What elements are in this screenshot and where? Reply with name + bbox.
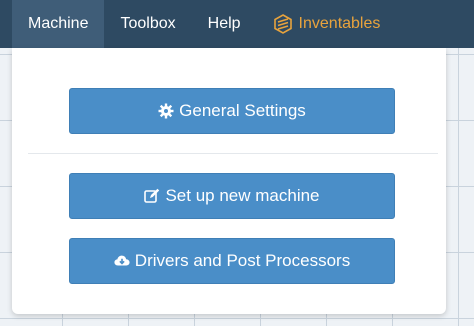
menu-toolbox-label: Toolbox [120,15,176,32]
menu-help[interactable]: Help [192,0,257,48]
edit-icon [144,188,160,203]
setup-new-machine-label: Set up new machine [165,186,320,205]
cloud-download-icon [114,255,130,266]
menu-divider [28,153,438,154]
top-menu-bar: Machine Toolbox Help Inventables [0,0,474,48]
gear-icon [158,103,174,119]
menu-help-label: Help [207,15,241,32]
menu-machine-label: Machine [28,15,89,32]
general-settings-button[interactable]: General Settings [69,88,395,134]
menu-inventables[interactable]: Inventables [257,0,397,48]
machine-dropdown-menu: General Settings Set up new machine Driv… [12,48,446,314]
menu-machine[interactable]: Machine [12,0,105,48]
drivers-post-processors-button[interactable]: Drivers and Post Processors [69,238,395,284]
menu-inventables-label: Inventables [298,15,381,32]
general-settings-label: General Settings [179,101,306,120]
inventables-logo-icon [273,14,292,34]
menu-toolbox[interactable]: Toolbox [104,0,191,48]
setup-new-machine-button[interactable]: Set up new machine [69,173,395,219]
drivers-post-processors-label: Drivers and Post Processors [134,251,351,270]
